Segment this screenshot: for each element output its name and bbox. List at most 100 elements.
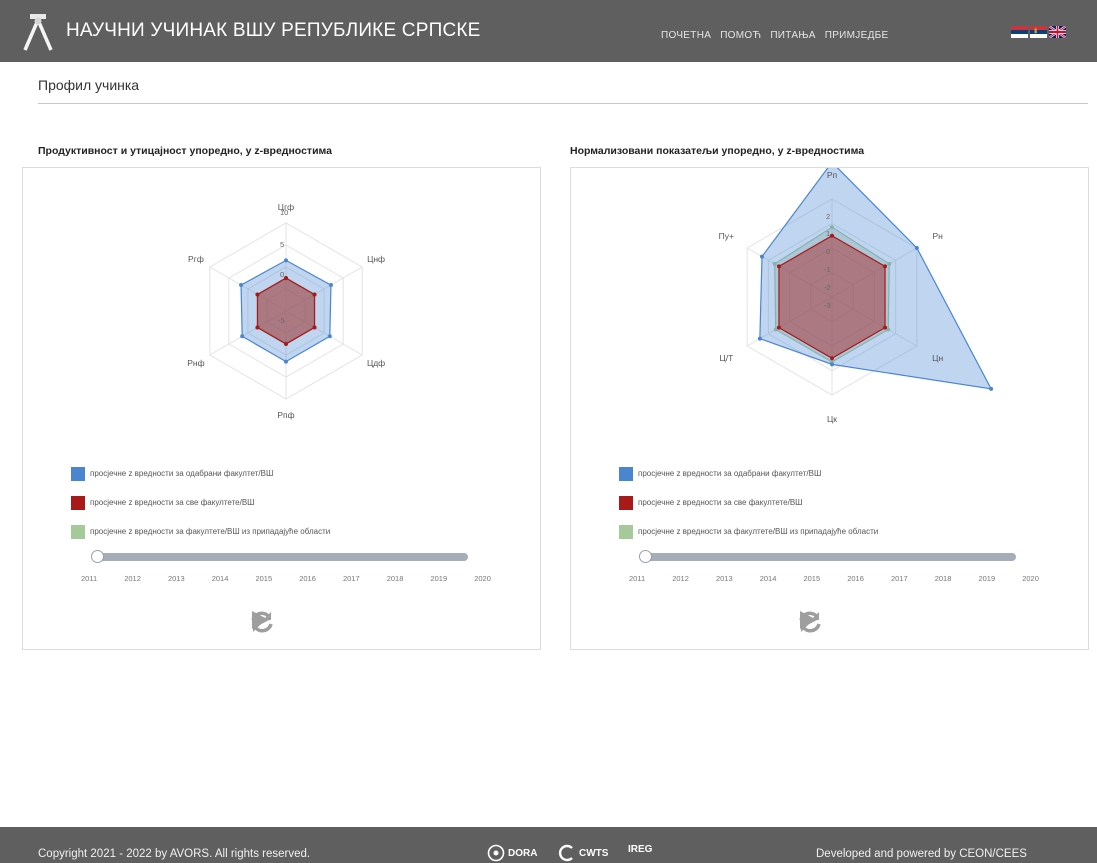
radar-panel-productivity: 10 5 0 -5 Цгф Цнф Цдф Рпф Рнф Ргф просјечне z вре…: [22, 167, 541, 650]
axis-label: Рн: [932, 231, 943, 241]
axis-label: Цн: [932, 353, 943, 363]
radar-point-0[interactable]: [239, 283, 244, 288]
axis-label: Цдф: [367, 358, 385, 368]
axis-label: Ргф: [188, 254, 204, 264]
year-label[interactable]: 2015: [255, 574, 272, 583]
year-label[interactable]: 2020: [1022, 574, 1039, 583]
slider-thumb[interactable]: [91, 550, 104, 563]
radar-point-0[interactable]: [759, 254, 764, 259]
legend-label-all: просјечне z вредности за све факултете/В…: [90, 498, 255, 507]
year-label[interactable]: 2011: [81, 574, 97, 583]
radial-tick-label: 0: [826, 247, 830, 256]
legend-swatch-selected: [619, 466, 633, 481]
legend-item-all[interactable]: просјечне z вредности за све факултете/В…: [71, 488, 330, 517]
year-label[interactable]: 2014: [760, 574, 777, 583]
legend-label-all: просјечне z вредности за све факултете/В…: [638, 498, 803, 507]
axis-label: Ц/Т: [719, 353, 733, 363]
partner-dora[interactable]: DORA: [487, 844, 537, 862]
refresh-icon[interactable]: [249, 609, 275, 635]
radar-point-1[interactable]: [255, 325, 260, 330]
year-label[interactable]: 2011: [629, 574, 645, 583]
year-label[interactable]: 2019: [430, 574, 447, 583]
radial-tick-label: 0: [280, 270, 284, 279]
radar-point-0[interactable]: [757, 336, 762, 341]
nav-questions[interactable]: ПИТАЊА: [770, 30, 815, 41]
year-label[interactable]: 2012: [124, 574, 141, 583]
year-label[interactable]: 2012: [672, 574, 689, 583]
year-label[interactable]: 2013: [168, 574, 185, 583]
year-label[interactable]: 2017: [343, 574, 360, 583]
radar-point-0[interactable]: [328, 283, 333, 288]
year-label[interactable]: 2018: [387, 574, 404, 583]
legend-item-selected[interactable]: просјечне z вредности за одабрани факулт…: [619, 459, 878, 488]
radar-chart-productivity: 1050-5ЦгфЦнфЦдфРпфРнфРгф: [187, 202, 385, 420]
nav-help[interactable]: ПОМОЋ: [720, 30, 761, 41]
serbia-flag-icon[interactable]: [1030, 26, 1047, 38]
year-label[interactable]: 2013: [716, 574, 733, 583]
radar-point-0[interactable]: [240, 334, 245, 339]
axis-label: Пу+: [719, 231, 734, 241]
radar-point-1[interactable]: [255, 292, 260, 297]
radar-point-1[interactable]: [883, 264, 888, 269]
year-label[interactable]: 2017: [891, 574, 908, 583]
legend-label-selected: просјечне z вредности за одабрани факулт…: [638, 469, 822, 478]
radar-point-1[interactable]: [776, 325, 781, 330]
year-label[interactable]: 2019: [978, 574, 995, 583]
radar-point-0[interactable]: [284, 258, 288, 263]
partner-ireg-label: IREG: [628, 844, 653, 855]
slider-track[interactable]: [644, 553, 1016, 561]
year-slider[interactable]: [639, 548, 1019, 568]
year-label[interactable]: 2014: [212, 574, 229, 583]
radar-point-0[interactable]: [327, 334, 332, 339]
radar-point-1[interactable]: [830, 356, 834, 361]
legend-label-area: просјечне z вредности за факултете/ВШ из…: [638, 527, 879, 536]
radial-tick-label: -2: [824, 283, 831, 292]
nav-home[interactable]: ПОЧЕТНА: [661, 30, 711, 41]
radar-point-1[interactable]: [312, 292, 317, 297]
dora-logo-icon: [487, 844, 505, 862]
radar-point-0[interactable]: [914, 246, 919, 250]
legend-item-area[interactable]: просјечне z вредности за факултете/ВШ из…: [71, 517, 330, 546]
radial-tick-label: -3: [824, 301, 831, 310]
page-title: Профил учинка: [38, 77, 140, 93]
radar-point-0[interactable]: [830, 362, 834, 367]
radar-point-1[interactable]: [312, 325, 317, 330]
radar-point-1[interactable]: [830, 233, 834, 238]
radial-tick-label: 2: [826, 212, 830, 221]
year-label[interactable]: 2015: [803, 574, 820, 583]
slider-thumb[interactable]: [639, 550, 652, 563]
legend-label-area: просјечне z вредности за факултете/ВШ из…: [90, 527, 331, 536]
radar-point-0[interactable]: [989, 386, 994, 391]
radar-point-1[interactable]: [284, 276, 288, 280]
year-labels: 2011 2012 2013 2014 2015 2016 2017 2018 2019 2020: [629, 574, 1039, 583]
axis-label: Цгф: [278, 202, 294, 212]
legend-item-selected[interactable]: просјечне z вредности за одабрани факулт…: [71, 459, 330, 488]
partner-cwts-label: CWTS: [579, 847, 609, 859]
uk-flag-icon[interactable]: [1049, 26, 1066, 38]
partner-cwts[interactable]: CWTS: [558, 844, 608, 862]
legend-swatch-selected: [71, 466, 85, 481]
chart-title-normalized: Нормализовани показатељи упоредно, у z-в…: [570, 145, 865, 157]
radar-point-1[interactable]: [776, 264, 781, 269]
republic-srpska-flag-icon[interactable]: [1011, 26, 1028, 38]
legend-item-area[interactable]: просјечне z вредности за факултете/ВШ из…: [619, 517, 878, 546]
year-label[interactable]: 2020: [474, 574, 491, 583]
radar-point-0[interactable]: [284, 359, 288, 364]
radar-point-1[interactable]: [284, 342, 288, 346]
legend-swatch-all: [71, 495, 85, 510]
legend-swatch-area: [619, 524, 633, 539]
year-slider[interactable]: [91, 548, 471, 568]
partner-ireg[interactable]: IREG: [628, 844, 652, 855]
site-title[interactable]: НАУЧНИ УЧИНАК ВШУ РЕПУБЛИКЕ СРПСКЕ: [66, 20, 481, 42]
slider-track[interactable]: [96, 553, 468, 561]
nav-remarks[interactable]: ПРИМЈЕДБЕ: [825, 30, 889, 41]
year-label[interactable]: 2018: [935, 574, 952, 583]
legend-item-all[interactable]: просјечне z вредности за све факултете/В…: [619, 488, 878, 517]
radar-point-1[interactable]: [883, 325, 888, 330]
year-label[interactable]: 2016: [299, 574, 316, 583]
refresh-icon[interactable]: [797, 609, 823, 635]
year-labels: 2011 2012 2013 2014 2015 2016 2017 2018 2019 2020: [81, 574, 491, 583]
axis-label: Рнф: [187, 358, 204, 368]
main-nav: ПОЧЕТНА ПОМОЋ ПИТАЊА ПРИМЈЕДБЕ: [661, 30, 888, 41]
year-label[interactable]: 2016: [847, 574, 864, 583]
